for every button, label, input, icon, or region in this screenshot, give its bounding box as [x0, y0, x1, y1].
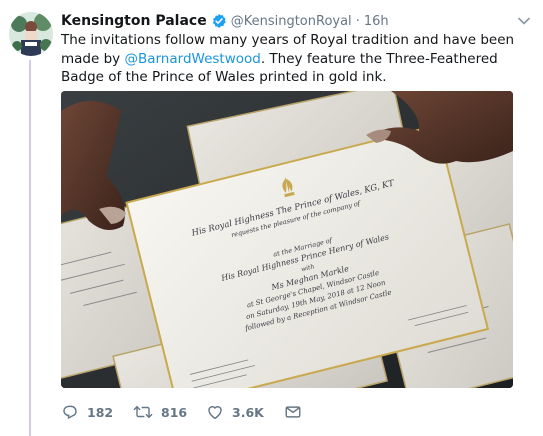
tweet-photo[interactable]: His Royal Highness The Prince of Wales, … — [61, 91, 513, 388]
tweet-actions: 182 816 3.6K — [61, 401, 302, 423]
mention-link[interactable]: @BarnardWestwood — [124, 51, 260, 67]
retweet-icon — [133, 403, 153, 421]
invitations-photo: His Royal Highness The Prince of Wales, … — [61, 91, 513, 388]
retweet-button[interactable]: 816 — [133, 401, 206, 423]
avatar[interactable] — [9, 12, 53, 56]
reply-icon — [61, 403, 79, 421]
heart-icon — [206, 403, 224, 421]
author-handle[interactable]: @KensingtonRoyal — [231, 14, 352, 29]
tweet-header: Kensington Palace @KensingtonRoyal · 16h — [61, 11, 533, 31]
author-name[interactable]: Kensington Palace — [61, 13, 207, 29]
retweet-count: 816 — [161, 404, 188, 420]
timestamp[interactable]: 16h — [364, 14, 389, 29]
verified-badge-icon — [211, 13, 227, 29]
tweet: Kensington Palace @KensingtonRoyal · 16h… — [0, 0, 543, 436]
separator-dot: · — [355, 13, 360, 29]
thread-line — [29, 60, 31, 436]
reply-count: 182 — [87, 404, 114, 420]
reply-button[interactable]: 182 — [61, 401, 133, 423]
avatar-image — [9, 12, 53, 56]
chevron-down-icon[interactable] — [515, 12, 533, 30]
envelope-icon — [284, 403, 302, 421]
like-button[interactable]: 3.6K — [206, 401, 284, 423]
tweet-text: The invitations follow many years of Roy… — [61, 31, 529, 87]
direct-message-button[interactable] — [284, 401, 302, 423]
like-count: 3.6K — [232, 404, 264, 420]
